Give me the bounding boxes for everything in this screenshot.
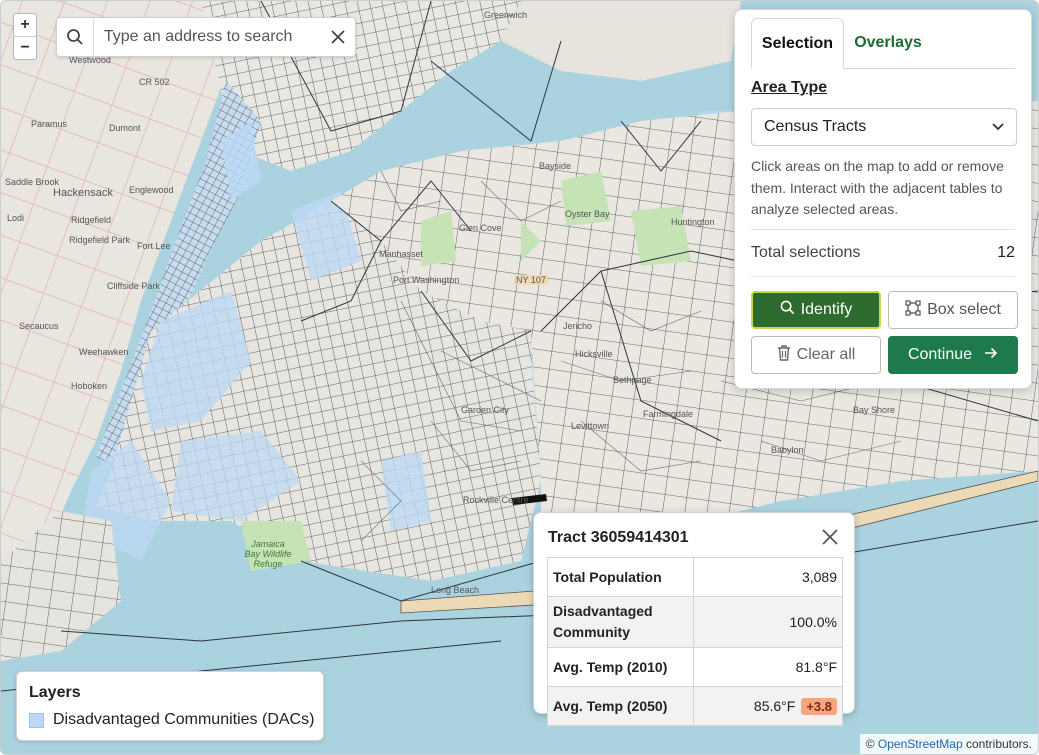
total-selections-label: Total selections xyxy=(751,244,861,261)
app-frame: Greenwich Westwood CR 502 Paramus Dumont… xyxy=(0,0,1039,755)
layers-title: Layers xyxy=(29,684,81,701)
row-value: 85.6°F xyxy=(753,697,796,714)
table-row: Avg. Temp (2050) 85.6°F +3.8 xyxy=(547,686,843,726)
map-label: Hicksville xyxy=(575,349,613,359)
area-type-select[interactable]: Census Tracts xyxy=(751,108,1017,146)
map-label: CR 502 xyxy=(139,77,170,87)
search-icon[interactable] xyxy=(57,18,94,56)
map-label: Bay Shore xyxy=(853,405,896,415)
map-label: Paramus xyxy=(31,119,68,129)
legend-swatch xyxy=(29,712,44,728)
arrow-right-icon xyxy=(984,346,998,364)
close-icon[interactable] xyxy=(321,18,355,56)
clear-all-button[interactable]: Clear all xyxy=(751,336,881,374)
box-select-button[interactable]: Box select xyxy=(888,291,1018,329)
map-label: Hoboken xyxy=(71,381,108,391)
total-selections-row: Total selections 12 xyxy=(751,229,1015,277)
map-label: Babylon xyxy=(771,445,804,455)
map-label: Port Washington xyxy=(393,275,460,285)
map-label: Hackensack xyxy=(53,187,113,199)
map-label: Levittown xyxy=(571,421,610,431)
tract-info-table: Total Population 3,089 Disadvantaged Com… xyxy=(547,557,843,726)
map-label: Rockville Centre xyxy=(463,495,529,505)
address-search xyxy=(56,17,356,57)
table-row: Disadvantaged Community 100.0% xyxy=(547,596,843,648)
map-label: Secaucus xyxy=(19,321,59,331)
row-value: 81.8°F xyxy=(693,647,843,687)
identify-label: Identify xyxy=(800,301,853,318)
panel-tabs: Selection Overlays xyxy=(751,18,1015,69)
clear-all-label: Clear all xyxy=(796,346,856,363)
map-label: Huntington xyxy=(671,217,715,227)
map-label: Manhasset xyxy=(379,249,424,259)
row-label: Avg. Temp (2010) xyxy=(547,647,694,687)
map-label: Bethpage xyxy=(613,375,652,385)
map-label: Bayside xyxy=(539,161,572,171)
table-row: Avg. Temp (2010) 81.8°F xyxy=(547,647,843,687)
layers-legend: Layers Disadvantaged Communities (DACs) xyxy=(16,671,324,741)
map-label: Lodi xyxy=(7,213,25,223)
map-label: Greenwich xyxy=(484,10,528,20)
legend-item[interactable]: Disadvantaged Communities (DACs) xyxy=(29,711,314,729)
popup-title: Tract 36059414301 xyxy=(548,529,689,546)
row-value: 3,089 xyxy=(693,557,843,597)
map-label: Ridgefield Park xyxy=(69,235,131,245)
row-value-cell: 85.6°F +3.8 xyxy=(693,686,843,726)
map-label: Saddle Brook xyxy=(5,177,60,187)
close-icon[interactable] xyxy=(820,527,840,547)
map-label: Dumont xyxy=(109,123,141,133)
row-label: Disadvantaged Community xyxy=(547,596,694,648)
zoom-out-button[interactable]: − xyxy=(14,36,36,59)
search-input[interactable] xyxy=(93,28,321,46)
total-selections-value: 12 xyxy=(997,244,1015,261)
map-label: Glen Cove xyxy=(459,223,502,233)
map-label: Long Beach xyxy=(431,585,480,595)
tab-selection[interactable]: Selection xyxy=(751,18,844,69)
map-attribution: © OpenStreetMap contributors. xyxy=(859,734,1038,754)
tract-popup: Tract 36059414301 Total Population 3,089… xyxy=(533,512,855,726)
map-label: Englewood xyxy=(129,185,174,195)
map-label: Jericho xyxy=(563,321,593,331)
box-select-label: Box select xyxy=(927,301,1001,318)
delta-badge: +3.8 xyxy=(801,697,837,715)
help-text: Click areas on the map to add or remove … xyxy=(751,158,1004,217)
map-label: Oyster Bay xyxy=(565,209,610,219)
chevron-down-icon xyxy=(992,118,1004,136)
map-label: Cliffside Park xyxy=(107,281,160,291)
map-label: Farmingdale xyxy=(643,409,694,419)
trash-icon xyxy=(777,344,791,366)
tab-overlays[interactable]: Overlays xyxy=(846,18,930,68)
legend-label: Disadvantaged Communities (DACs) xyxy=(53,711,315,728)
area-type-value: Census Tracts xyxy=(764,118,867,135)
box-select-icon xyxy=(905,299,921,321)
attribution-prefix: © xyxy=(865,737,875,751)
map-label: NY 107 xyxy=(514,275,548,285)
osm-link[interactable]: OpenStreetMap xyxy=(878,737,963,751)
search-icon xyxy=(780,300,795,320)
row-label: Total Population xyxy=(547,557,694,597)
map-label: Weehawken xyxy=(79,347,129,357)
continue-label: Continue xyxy=(907,346,973,363)
table-row: Total Population 3,089 xyxy=(547,557,843,597)
area-type-label: Area Type xyxy=(751,79,828,96)
selection-panel: Selection Overlays Area Type Census Trac… xyxy=(734,9,1032,389)
attribution-suffix: contributors. xyxy=(965,737,1032,751)
zoom-control: + − xyxy=(13,13,37,60)
map-label: Fort Lee xyxy=(137,241,171,251)
identify-button[interactable]: Identify xyxy=(751,291,881,329)
map-label: Ridgefield xyxy=(71,215,112,225)
map-label: Garden City xyxy=(461,405,510,415)
row-value: 100.0% xyxy=(693,596,843,648)
continue-button[interactable]: Continue xyxy=(888,336,1018,374)
row-label: Avg. Temp (2050) xyxy=(547,686,694,726)
zoom-in-button[interactable]: + xyxy=(14,14,36,36)
map-label: Jamaica Bay Wildlife Refuge xyxy=(244,539,292,569)
